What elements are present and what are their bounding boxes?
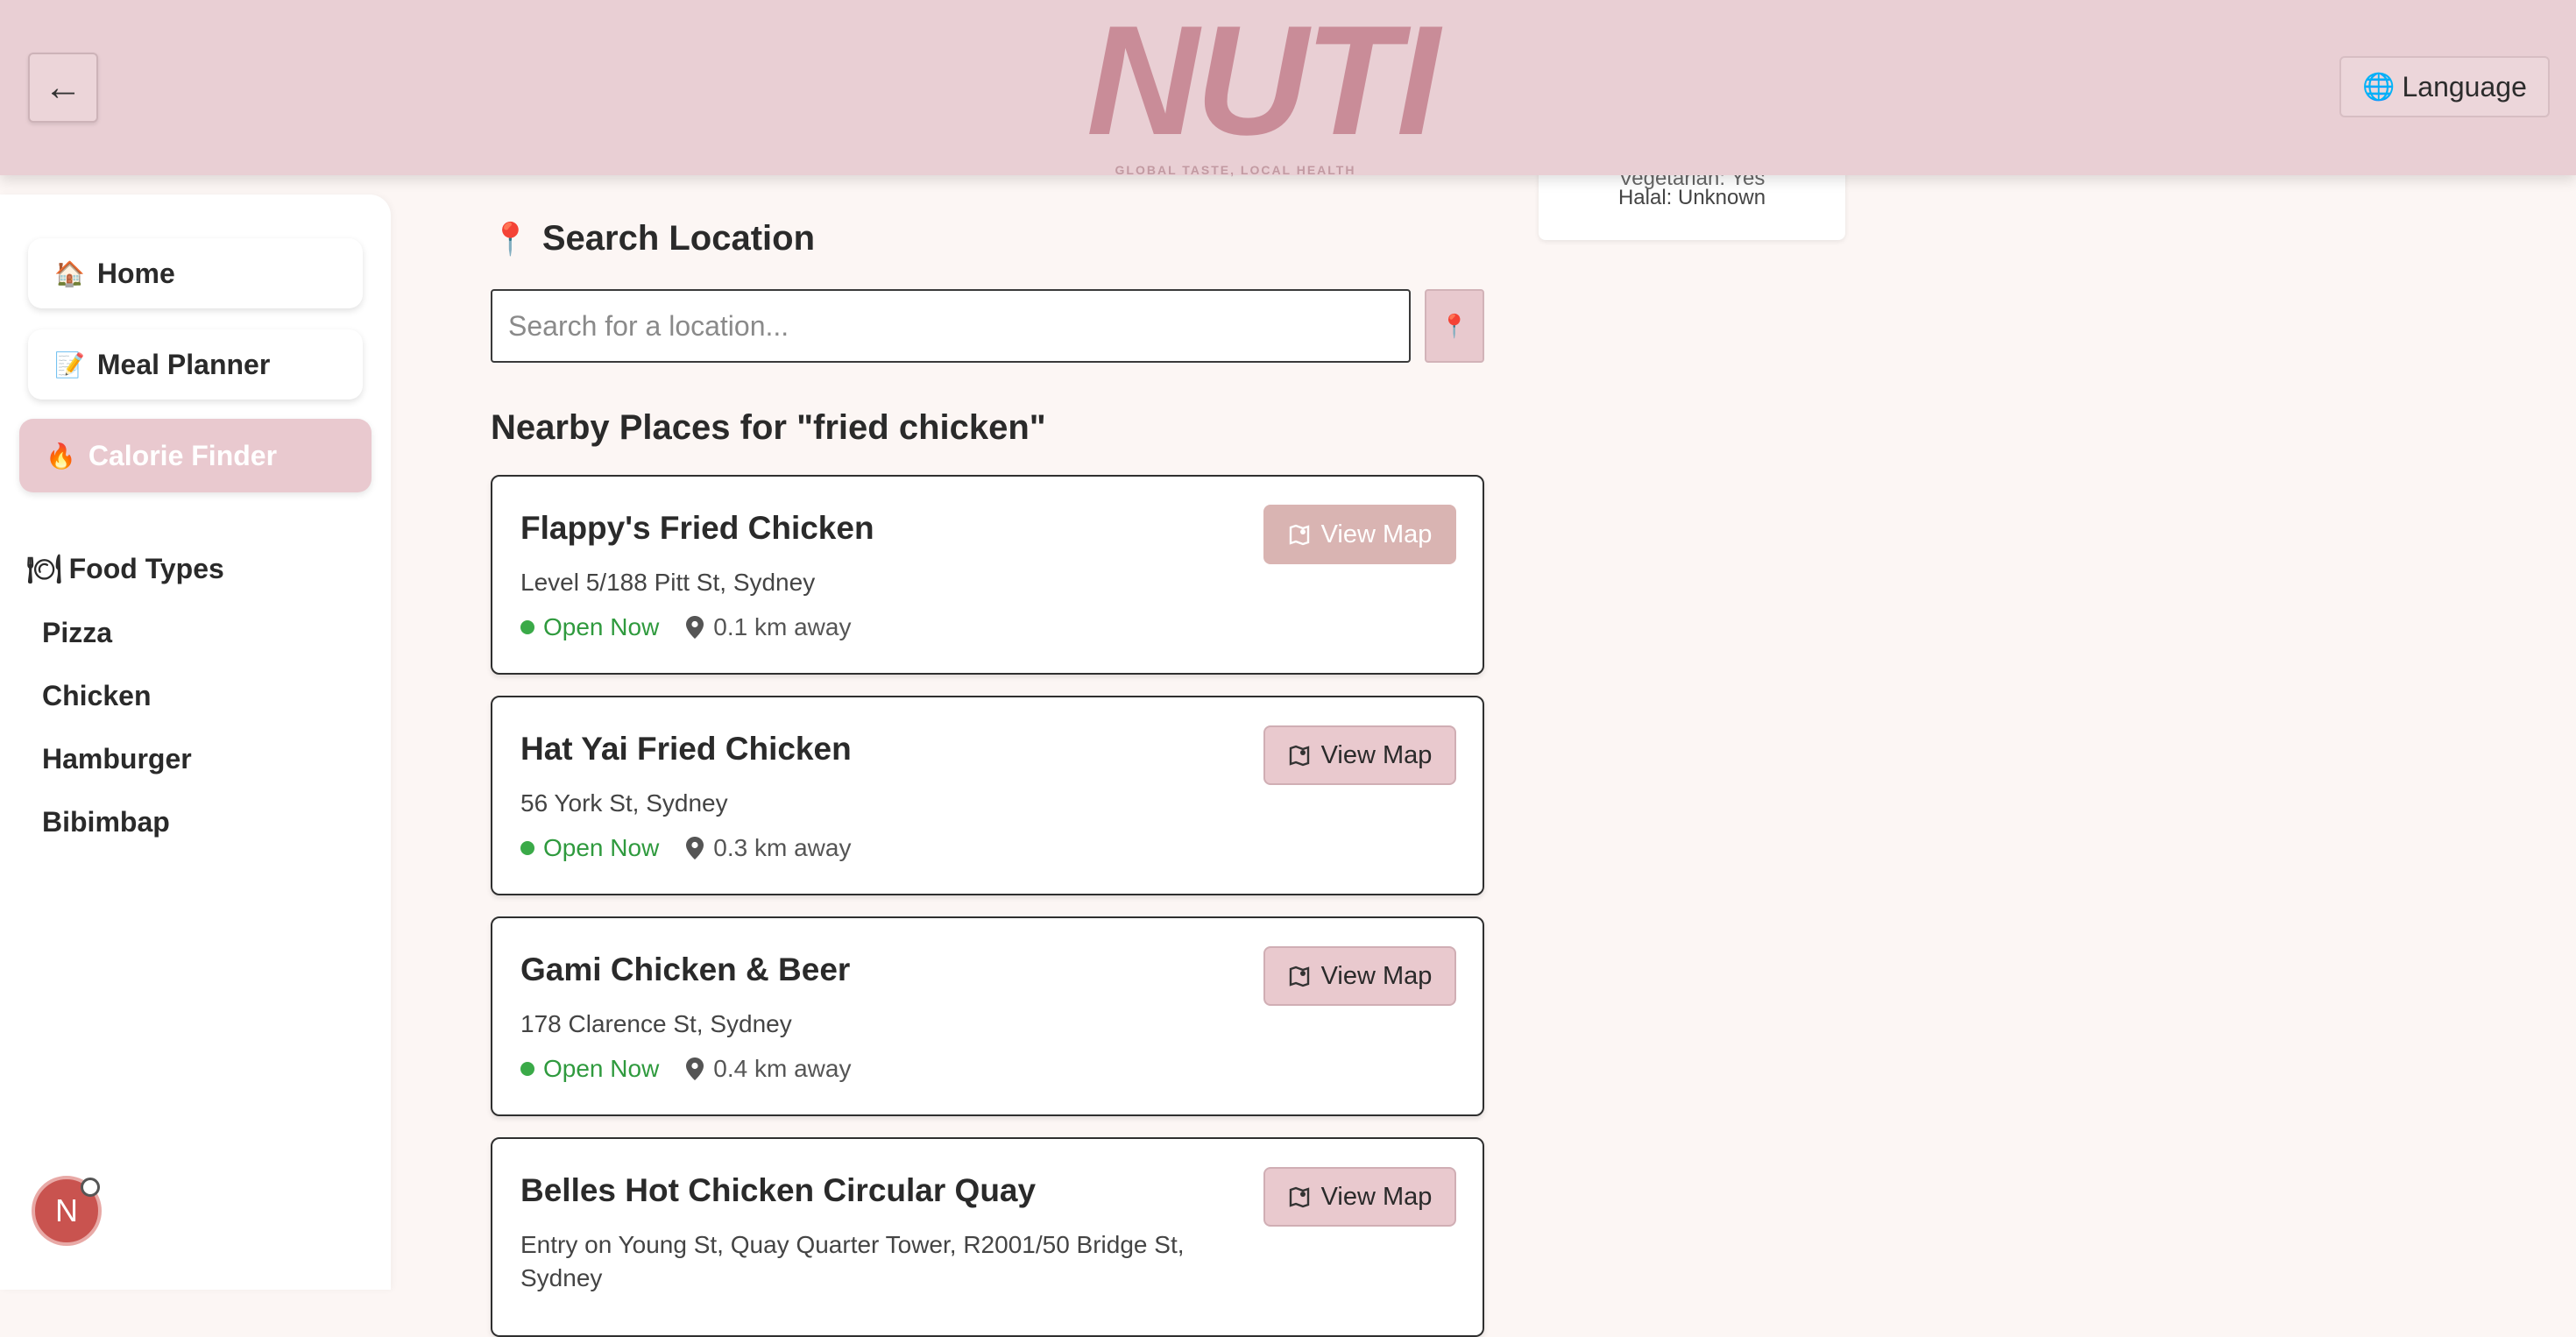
back-button[interactable]: ← <box>28 53 98 123</box>
logo-tagline: GLOBAL TASTE, LOCAL HEALTH <box>1115 163 1356 177</box>
place-card[interactable]: Gami Chicken & Beer 178 Clarence St, Syd… <box>491 916 1484 1116</box>
search-location-title: 📍 Search Location <box>491 219 815 258</box>
open-status-dot <box>520 841 534 855</box>
dietary-info-card: Vegetarian: Yes Halal: Unknown <box>1539 166 1845 240</box>
open-status-dot <box>520 620 534 634</box>
place-meta: Open Now 0.3 km away <box>520 834 851 862</box>
memo-icon: 📝 <box>54 350 85 378</box>
food-types-heading: 🍽 Food Types <box>26 552 224 585</box>
avatar-status-dot <box>81 1178 100 1197</box>
plate-icon: 🍽 <box>26 553 62 584</box>
open-status-dot <box>520 1062 534 1076</box>
language-button[interactable]: 🌐 Language <box>2339 56 2550 117</box>
sidebar-item-home[interactable]: 🏠 Home <box>28 238 363 308</box>
place-name: Belles Hot Chicken Circular Quay <box>520 1172 1037 1208</box>
halal-info: Halal: Unknown <box>1617 186 1766 209</box>
place-meta: Open Now 0.4 km away <box>520 1055 851 1083</box>
logo: NUTI GLOBAL TASTE, LOCAL HEALTH <box>1086 0 1440 178</box>
place-meta: Open Now 0.1 km away <box>520 613 851 641</box>
location-pin-icon <box>686 837 704 860</box>
location-pin-icon <box>686 1058 704 1080</box>
map-icon <box>1289 745 1309 767</box>
place-name: Gami Chicken & Beer <box>520 951 851 987</box>
map-icon <box>1289 1186 1309 1208</box>
food-type-hamburger[interactable]: Hamburger <box>42 743 192 775</box>
food-type-bibimbap[interactable]: Bibimbap <box>42 806 170 838</box>
view-map-label: View Map <box>1320 961 1433 990</box>
place-address: Level 5/188 Pitt St, Sydney <box>520 569 816 596</box>
sidebar-item-calorie-finder[interactable]: 🔥 Calorie Finder <box>19 419 372 492</box>
fire-icon: 🔥 <box>46 442 76 470</box>
sidebar-item-label: Calorie Finder <box>88 439 278 471</box>
location-search-input[interactable] <box>491 289 1411 363</box>
distance: 0.1 km away <box>713 613 852 640</box>
view-map-button[interactable]: View Map <box>1263 505 1456 564</box>
food-type-pizza[interactable]: Pizza <box>42 617 112 649</box>
results-title: Nearby Places for "fried chicken" <box>491 408 1046 447</box>
open-status: Open Now <box>543 1055 660 1082</box>
place-name: Flappy's Fried Chicken <box>520 510 874 546</box>
open-status: Open Now <box>543 613 660 640</box>
sidebar-item-meal-planner[interactable]: 📝 Meal Planner <box>28 329 363 400</box>
locate-button[interactable]: 📍 <box>1425 289 1484 363</box>
sidebar-item-label: Meal Planner <box>96 348 271 380</box>
logo-text: NUTI <box>1086 0 1440 167</box>
home-icon: 🏠 <box>54 259 85 287</box>
place-card[interactable]: Hat Yai Fried Chicken 56 York St, Sydney… <box>491 696 1484 895</box>
globe-icon: 🌐 <box>2362 72 2396 102</box>
place-address: Entry on Young St, Quay Quarter Tower, R… <box>520 1231 1185 1291</box>
place-card[interactable]: Belles Hot Chicken Circular Quay Entry o… <box>491 1137 1484 1337</box>
place-address: 178 Clarence St, Sydney <box>520 1010 792 1037</box>
view-map-label: View Map <box>1320 520 1433 548</box>
view-map-button[interactable]: View Map <box>1263 725 1456 785</box>
map-icon <box>1289 524 1309 546</box>
map-icon <box>1289 966 1309 987</box>
place-card[interactable]: Flappy's Fried Chicken Level 5/188 Pitt … <box>491 475 1484 675</box>
distance: 0.3 km away <box>713 834 852 861</box>
language-label: Language <box>2402 70 2527 103</box>
app-header: ← NUTI GLOBAL TASTE, LOCAL HEALTH 🌐 Lang… <box>0 0 2576 178</box>
distance: 0.4 km away <box>713 1055 852 1082</box>
open-status: Open Now <box>543 834 660 861</box>
food-type-chicken[interactable]: Chicken <box>42 680 151 712</box>
food-types-title: Food Types <box>68 552 224 584</box>
view-map-button[interactable]: View Map <box>1263 946 1456 1006</box>
view-map-button[interactable]: View Map <box>1263 1167 1456 1227</box>
view-map-label: View Map <box>1320 740 1433 769</box>
location-pin-icon <box>686 616 704 639</box>
sidebar: 🏠 Home 📝 Meal Planner 🔥 Calorie Finder 🍽… <box>0 195 391 1290</box>
place-name: Hat Yai Fried Chicken <box>520 731 852 767</box>
place-address: 56 York St, Sydney <box>520 789 728 817</box>
sidebar-item-label: Home <box>96 257 175 289</box>
pin-icon: 📍 <box>1440 312 1469 339</box>
search-title-text: Search Location <box>541 219 816 258</box>
pin-icon: 📍 <box>491 220 530 257</box>
view-map-label: View Map <box>1320 1182 1433 1211</box>
